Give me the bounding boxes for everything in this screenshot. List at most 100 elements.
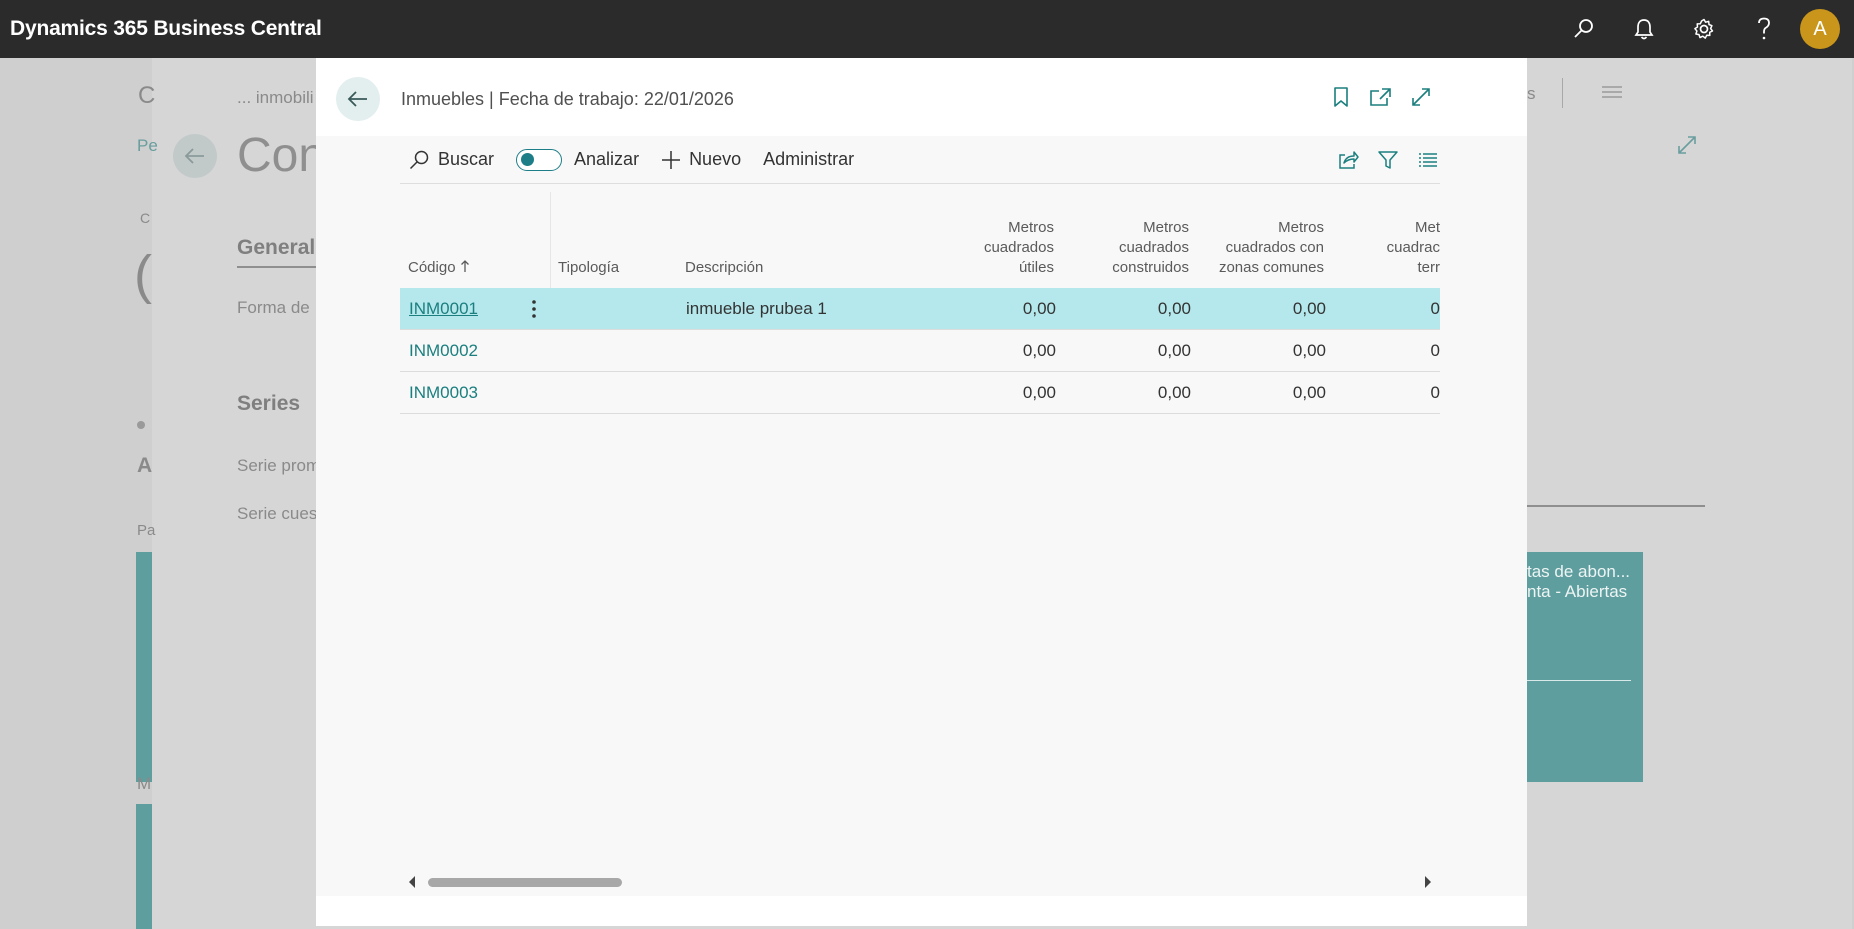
column-header-land-area[interactable]: Met cuadrac terr (1350, 218, 1440, 278)
background-tile (136, 804, 152, 929)
header-actions (1329, 82, 1433, 112)
expand-icon (1676, 134, 1698, 161)
search-icon (408, 149, 430, 171)
header-line: cuadrac (1386, 239, 1440, 256)
bell-icon[interactable] (1614, 0, 1674, 58)
built-area-cell[interactable]: 0,00 (1095, 330, 1191, 372)
header-line: Metros (1008, 219, 1054, 236)
manage-button[interactable]: Administrar (763, 149, 854, 170)
arrow-left-icon (347, 91, 367, 107)
analyze-label: Analizar (574, 149, 640, 169)
background-tile-text: nta - Abiertas (1527, 582, 1628, 601)
background-tile (136, 552, 152, 782)
header-line: zonas comunes (1218, 259, 1324, 276)
useful-area-cell[interactable]: 0,00 (960, 372, 1056, 414)
table-row[interactable]: INM0002 0,00 0,00 0,00 0 (400, 330, 1440, 372)
header-line: terr (1417, 259, 1441, 276)
common-area-cell[interactable]: 0,00 (1230, 372, 1326, 414)
open-new-window-icon[interactable] (1369, 82, 1393, 112)
background-fragment: ( (134, 245, 152, 305)
background-underline (237, 266, 317, 268)
common-area-cell[interactable]: 0,00 (1230, 330, 1326, 372)
header-line: cuadrados (1118, 239, 1189, 256)
land-area-cell[interactable]: 0 (1400, 288, 1440, 330)
background-field: Forma de (237, 298, 310, 317)
header-line: Metros (1143, 219, 1189, 236)
column-header-typology[interactable]: Tipología (558, 258, 619, 278)
list-view-icon[interactable] (1416, 148, 1440, 172)
background-field: Serie prom (237, 456, 321, 475)
analyze-toggle[interactable]: Analizar (516, 148, 640, 171)
header-line: Met (1414, 219, 1440, 236)
sort-ascending-icon (460, 260, 469, 272)
column-header-built-area[interactable]: Metros cuadrados construidos (1060, 218, 1189, 278)
useful-area-cell[interactable]: 0,00 (960, 288, 1056, 330)
background-tile-divider (1527, 680, 1631, 681)
column-header-common-area[interactable]: Metros cuadrados con zonas comunes (1190, 218, 1324, 278)
header-line: cuadrados (983, 239, 1054, 256)
useful-area-cell[interactable]: 0,00 (960, 330, 1056, 372)
inmuebles-dialog: Inmuebles | Fecha de trabajo: 22/01/2026… (316, 58, 1527, 926)
app-title[interactable]: Dynamics 365 Business Central (10, 17, 322, 41)
new-button[interactable]: Nuevo (661, 149, 741, 170)
background-fragment: C (140, 210, 151, 226)
background-heading: Con (237, 129, 326, 182)
bookmark-icon[interactable] (1329, 82, 1353, 112)
background-field: Serie cues (237, 504, 318, 523)
row-menu-icon[interactable] (524, 288, 544, 330)
back-button[interactable] (336, 77, 380, 121)
scroll-left-icon[interactable] (406, 876, 418, 888)
search-icon[interactable] (1554, 0, 1614, 58)
common-area-cell[interactable]: 0,00 (1230, 288, 1326, 330)
code-link[interactable]: INM0002 (409, 330, 478, 372)
header-line: cuadrados con (1225, 239, 1324, 256)
built-area-cell[interactable]: 0,00 (1095, 372, 1191, 414)
column-header-description[interactable]: Descripción (685, 258, 763, 278)
background-back-button (173, 134, 217, 178)
help-icon[interactable] (1734, 0, 1794, 58)
dialog-footer (316, 896, 1527, 926)
new-label: Nuevo (689, 149, 742, 169)
horizontal-scrollbar[interactable] (400, 874, 1440, 890)
dialog-title: Inmuebles | Fecha de trabajo: 22/01/2026 (401, 89, 734, 109)
avatar[interactable]: A (1800, 9, 1840, 49)
dialog-body: Buscar Analizar Nuevo Administrar Código… (316, 136, 1527, 896)
background-fragment: A (137, 454, 153, 477)
search-label: Buscar (438, 149, 495, 169)
land-area-cell[interactable]: 0 (1400, 330, 1440, 372)
description-cell[interactable]: inmueble prubea 1 (686, 288, 827, 330)
header-line: Metros (1278, 219, 1324, 236)
expand-icon[interactable] (1409, 82, 1433, 112)
header-line: construidos (1112, 259, 1189, 276)
table-row[interactable]: INM0003 0,00 0,00 0,00 0 (400, 372, 1440, 414)
land-area-cell[interactable]: 0 (1400, 372, 1440, 414)
manage-label: Administrar (763, 149, 855, 169)
filter-icon[interactable] (1376, 148, 1400, 172)
background-section-general: General (237, 236, 316, 259)
dialog-header: Inmuebles | Fecha de trabajo: 22/01/2026 (316, 58, 1527, 136)
column-separator (550, 192, 551, 288)
top-bar-icons: A (1554, 0, 1854, 58)
table-row[interactable]: INM0001 inmueble prubea 1 0,00 0,00 0,00… (400, 288, 1440, 330)
gear-icon[interactable] (1674, 0, 1734, 58)
analyze-switch[interactable] (516, 148, 563, 171)
top-bar: Dynamics 365 Business Central A (0, 0, 1854, 58)
code-link[interactable]: INM0003 (409, 372, 478, 414)
column-header-code[interactable]: Código (408, 258, 470, 278)
scrollbar-thumb[interactable] (428, 878, 622, 887)
column-header-useful-area[interactable]: Metros cuadrados útiles (940, 218, 1054, 278)
background-breadcrumb: ... inmobili (237, 88, 314, 107)
column-header-code-label: Código (408, 259, 456, 276)
inmuebles-table: Código Tipología Descripción Metros cuad… (400, 192, 1440, 872)
scroll-right-icon[interactable] (1422, 876, 1434, 888)
background-fragment: Pe (137, 136, 158, 155)
action-bar-right (1336, 136, 1440, 184)
background-rule (1527, 505, 1705, 507)
background-section-series: Series (237, 392, 301, 415)
search-button[interactable]: Buscar (408, 149, 494, 171)
code-link[interactable]: INM0001 (409, 288, 478, 330)
share-icon[interactable] (1336, 148, 1360, 172)
built-area-cell[interactable]: 0,00 (1095, 288, 1191, 330)
switch-knob (521, 153, 535, 166)
background-dot (137, 421, 145, 429)
